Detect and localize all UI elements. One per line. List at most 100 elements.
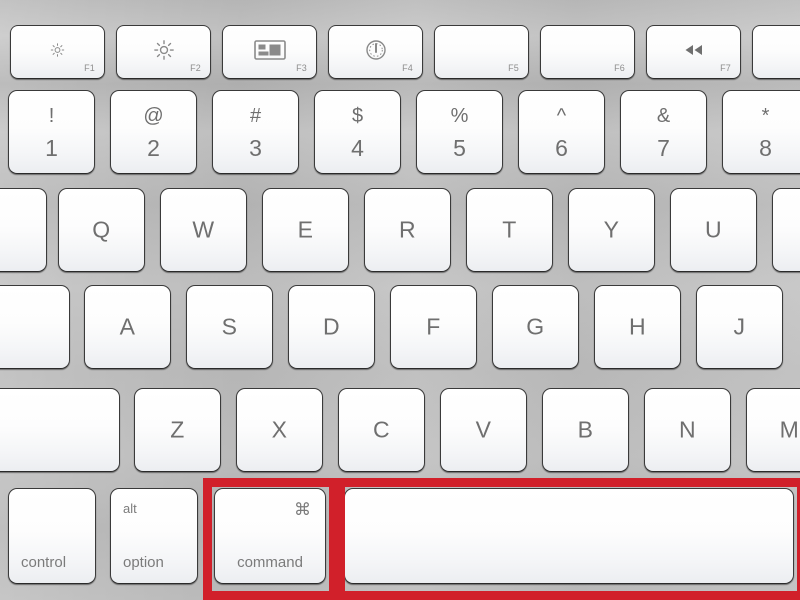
key-a[interactable]: A [84, 285, 171, 369]
key-f2[interactable]: F2 [116, 25, 211, 79]
key-space[interactable] [344, 488, 794, 584]
key-7[interactable]: & 7 [620, 90, 707, 174]
brightness-up-icon [117, 39, 210, 61]
key-n[interactable]: N [644, 388, 731, 472]
key-4-legend: 4 [351, 134, 364, 161]
key-f5[interactable]: F5 [434, 25, 529, 79]
key-c-label: C [372, 416, 391, 443]
key-h-label: H [628, 313, 647, 340]
key-control[interactable]: control [8, 488, 96, 584]
key-x-label: X [271, 416, 288, 443]
key-h[interactable]: H [594, 285, 681, 369]
key-f7-label: F7 [720, 63, 731, 73]
key-a-label: A [119, 313, 136, 340]
key-option-alt-label: alt [123, 501, 137, 516]
rewind-icon [647, 43, 740, 56]
key-s[interactable]: S [186, 285, 273, 369]
key-tab-partial[interactable] [0, 188, 47, 272]
command-symbol-icon: ⌘ [294, 500, 311, 519]
key-f4[interactable]: F4 [328, 25, 423, 79]
key-option[interactable]: alt option [110, 488, 198, 584]
key-1[interactable]: ! 1 [8, 90, 95, 174]
key-z[interactable]: Z [134, 388, 221, 472]
key-capslock-partial[interactable] [0, 285, 70, 369]
key-shift-partial[interactable] [0, 388, 120, 472]
key-f3[interactable]: F3 [222, 25, 317, 79]
key-7-shift-legend: & [656, 104, 671, 127]
key-m-label: M [779, 416, 800, 443]
key-j[interactable]: J [696, 285, 783, 369]
key-j-label: J [733, 313, 746, 340]
mission-control-icon [223, 40, 316, 60]
key-q[interactable]: Q [58, 188, 145, 272]
key-6-shift-legend: ^ [556, 104, 567, 127]
key-u[interactable]: U [670, 188, 757, 272]
key-6-legend: 6 [555, 134, 568, 161]
key-5-legend: 5 [453, 134, 466, 161]
key-5[interactable]: % 5 [416, 90, 503, 174]
key-n-label: N [678, 416, 697, 443]
key-t-label: T [502, 216, 517, 243]
key-f7[interactable]: F7 [646, 25, 741, 79]
key-d[interactable]: D [288, 285, 375, 369]
key-r-label: R [398, 216, 417, 243]
key-3-shift-legend: # [249, 104, 262, 127]
key-q-label: Q [92, 216, 111, 243]
key-i-partial[interactable] [772, 188, 800, 272]
key-f5-label: F5 [508, 63, 519, 73]
key-f-label: F [426, 313, 441, 340]
key-f6[interactable]: F6 [540, 25, 635, 79]
key-f4-label: F4 [402, 63, 413, 73]
key-g-label: G [526, 313, 545, 340]
key-f[interactable]: F [390, 285, 477, 369]
key-6[interactable]: ^ 6 [518, 90, 605, 174]
play-icon [753, 43, 800, 56]
key-2[interactable]: @ 2 [110, 90, 197, 174]
brightness-down-icon [11, 41, 104, 58]
key-w[interactable]: W [160, 188, 247, 272]
key-5-shift-legend: % [450, 104, 469, 127]
key-y-label: Y [603, 216, 620, 243]
key-b-label: B [577, 416, 594, 443]
key-s-label: S [221, 313, 238, 340]
key-e[interactable]: E [262, 188, 349, 272]
key-7-legend: 7 [657, 134, 670, 161]
key-3-legend: 3 [249, 134, 262, 161]
key-command-label: command [237, 554, 303, 571]
key-8-legend: 8 [759, 134, 772, 161]
key-c[interactable]: C [338, 388, 425, 472]
key-b[interactable]: B [542, 388, 629, 472]
key-z-label: Z [170, 416, 185, 443]
key-r[interactable]: R [364, 188, 451, 272]
key-f8[interactable] [752, 25, 800, 79]
key-e-label: E [297, 216, 314, 243]
key-f6-label: F6 [614, 63, 625, 73]
key-f3-label: F3 [296, 63, 307, 73]
key-command[interactable]: ⌘ command [214, 488, 326, 584]
key-w-label: W [192, 216, 215, 243]
key-2-shift-legend: @ [143, 104, 164, 127]
key-d-label: D [322, 313, 341, 340]
key-y[interactable]: Y [568, 188, 655, 272]
key-4[interactable]: $ 4 [314, 90, 401, 174]
key-control-label: control [21, 554, 67, 571]
key-8[interactable]: * 8 [722, 90, 800, 174]
key-1-legend: 1 [45, 134, 58, 161]
key-8-shift-legend: * [761, 104, 770, 127]
key-v[interactable]: V [440, 388, 527, 472]
key-option-label: option [123, 554, 164, 571]
key-x[interactable]: X [236, 388, 323, 472]
key-t[interactable]: T [466, 188, 553, 272]
key-f2-label: F2 [190, 63, 201, 73]
key-g[interactable]: G [492, 285, 579, 369]
key-4-shift-legend: $ [351, 104, 364, 127]
launchpad-icon [329, 38, 422, 62]
key-v-label: V [475, 416, 492, 443]
key-u-label: U [704, 216, 723, 243]
key-3[interactable]: # 3 [212, 90, 299, 174]
key-f1-label: F1 [84, 63, 95, 73]
key-f1[interactable]: F1 [10, 25, 105, 79]
key-2-legend: 2 [147, 134, 160, 161]
key-m[interactable]: M [746, 388, 800, 472]
key-1-shift-legend: ! [48, 104, 55, 127]
